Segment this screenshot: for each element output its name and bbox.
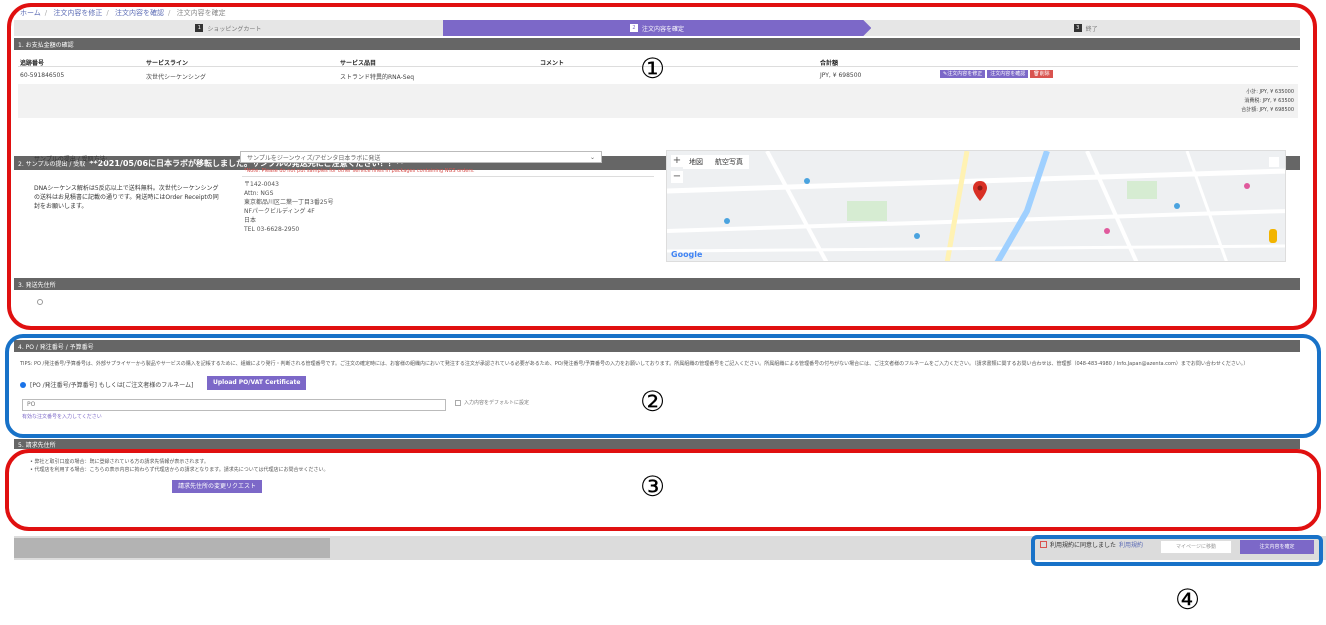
callout-number-2: ②	[640, 385, 666, 418]
section-billing-header: 5. 請求先住所	[14, 439, 1300, 449]
footer-progress	[14, 538, 330, 558]
callout-number-3: ③	[640, 470, 666, 503]
callout-number-1: ①	[640, 52, 666, 85]
callout-number-4: ④	[1175, 583, 1201, 616]
callout-frame-4	[1031, 535, 1323, 566]
